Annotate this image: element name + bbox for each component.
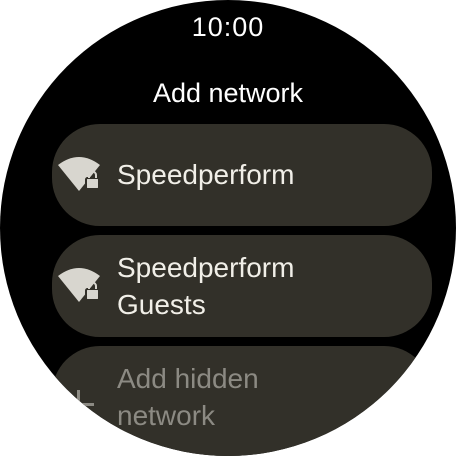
- add-hidden-line-2: network: [117, 400, 216, 431]
- network-name-line-1: Speedperform: [117, 252, 295, 283]
- status-time: 10:00: [191, 12, 265, 42]
- watch-screen: 10:00 Add network Speedperform Speedperf…: [0, 0, 456, 456]
- network-item-speedperform-guests[interactable]: Speedperform Guests: [52, 235, 432, 337]
- wifi-lock-icon: [58, 268, 100, 302]
- add-hidden-network-label: Add hidden network: [117, 360, 259, 434]
- network-item-speedperform[interactable]: Speedperform: [52, 124, 432, 226]
- page-title: Add network: [152, 78, 304, 108]
- add-hidden-line-1: Add hidden: [117, 363, 259, 394]
- network-name: Speedperform Guests: [117, 249, 294, 323]
- wifi-lock-icon: [58, 157, 100, 191]
- network-name-line-2: Guests: [117, 289, 206, 320]
- add-hidden-network-button[interactable]: Add hidden network: [52, 346, 432, 456]
- plus-icon: [64, 390, 94, 420]
- network-name: Speedperform: [117, 159, 295, 190]
